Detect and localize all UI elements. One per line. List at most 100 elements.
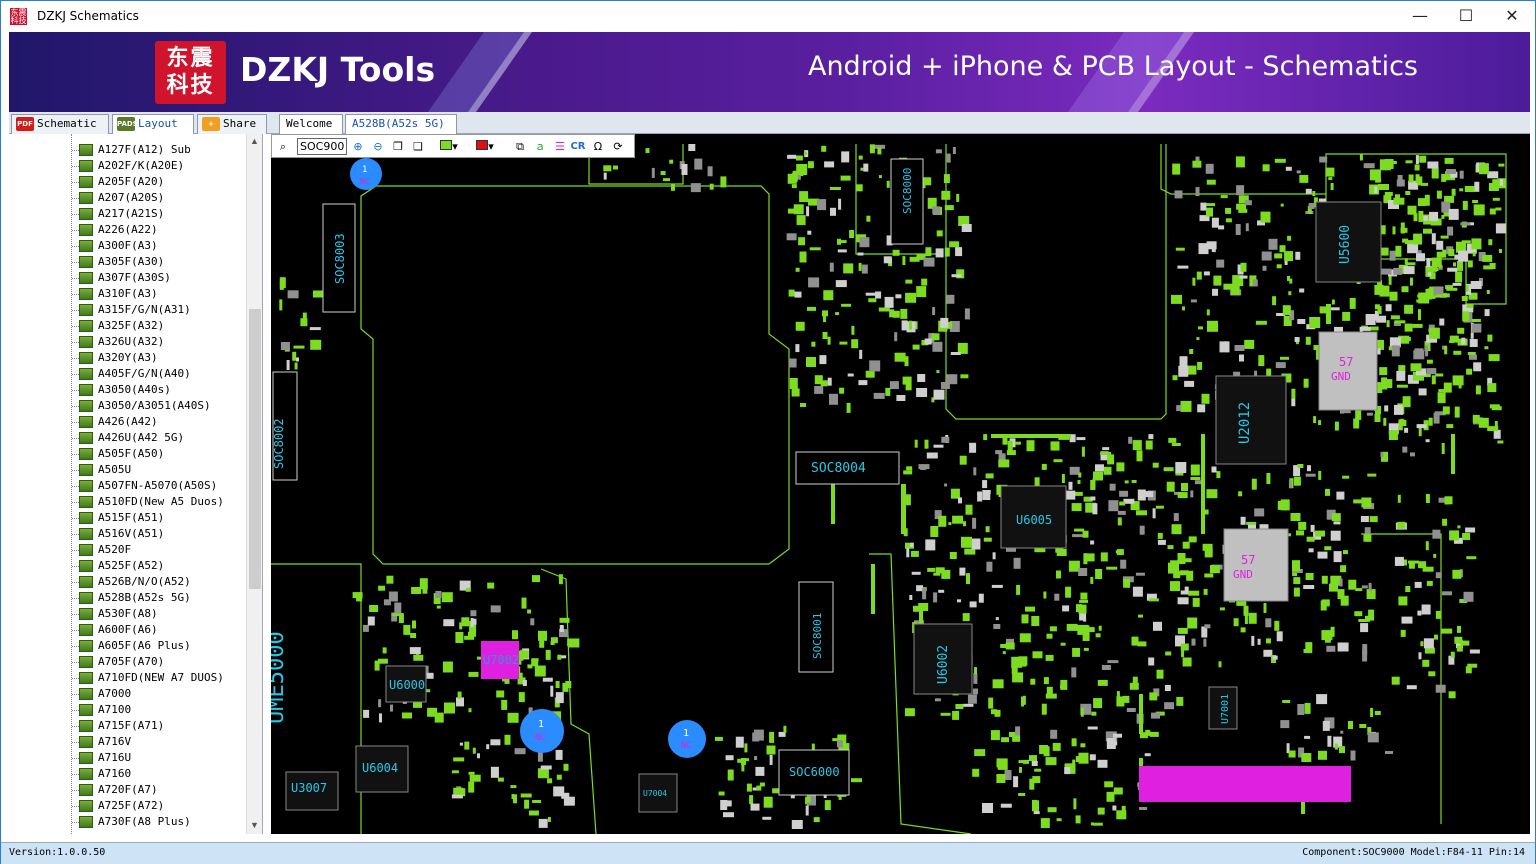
tab-schematic[interactable]: PDF Schematic bbox=[11, 114, 109, 134]
doc-tab-welcome[interactable]: Welcome bbox=[279, 114, 343, 134]
tree-item[interactable]: A600F(A6) bbox=[9, 622, 249, 638]
tree-item[interactable]: A528B(A52s 5G) bbox=[9, 590, 249, 606]
pcb-pad bbox=[1417, 610, 1422, 616]
tree-item[interactable]: A7100 bbox=[9, 702, 249, 718]
pcb-pad bbox=[1045, 757, 1057, 766]
tree-item[interactable]: A526B/N/O(A52) bbox=[9, 574, 249, 590]
tree-item[interactable]: A307F(A30S) bbox=[9, 270, 249, 286]
tree-item[interactable]: A326U(A32) bbox=[9, 334, 249, 350]
pcb-pad bbox=[1488, 354, 1500, 362]
doc-tab-a528b[interactable]: A528B(A52s 5G)× bbox=[345, 114, 457, 148]
tree-item[interactable]: A530F(A8) bbox=[9, 606, 249, 622]
tree-item[interactable]: A320Y(A3) bbox=[9, 350, 249, 366]
pmic-top-gnd: GND bbox=[1331, 370, 1351, 383]
pcb-pad bbox=[1363, 533, 1372, 542]
pcb-pad bbox=[993, 624, 1001, 629]
tree-item[interactable]: A515F(A51) bbox=[9, 510, 249, 526]
tab-share[interactable]: + Share bbox=[197, 114, 267, 134]
pcb-pad bbox=[1120, 559, 1127, 569]
minimize-button[interactable]: — bbox=[1397, 1, 1443, 31]
tree-item[interactable]: A716U bbox=[9, 750, 249, 766]
ohm-icon[interactable]: Ω bbox=[590, 138, 606, 155]
pcb-pad bbox=[1113, 733, 1122, 738]
tree-item[interactable]: A725F(A72) bbox=[9, 798, 249, 814]
cr-icon[interactable]: CR bbox=[570, 138, 586, 155]
pcb-layout-canvas[interactable]: SOC8003 SOC8002 SOC8004 SOC8000 SOC8001 … bbox=[271, 134, 1530, 834]
tree-item[interactable]: A207(A20S) bbox=[9, 190, 249, 206]
scroll-down-icon[interactable]: ▼ bbox=[250, 820, 259, 830]
pcb-pad bbox=[944, 205, 954, 211]
tree-item[interactable]: A217(A21S) bbox=[9, 206, 249, 222]
board-icon bbox=[79, 608, 93, 620]
tree-item[interactable]: A310F(A3) bbox=[9, 286, 249, 302]
pcb-pad bbox=[1013, 557, 1021, 569]
close-window-button[interactable]: ✕ bbox=[1489, 1, 1535, 31]
pcb-pad bbox=[1089, 754, 1096, 761]
refresh-icon[interactable]: ⟳ bbox=[610, 138, 626, 155]
tree-item[interactable]: A505F(A50) bbox=[9, 446, 249, 462]
pcb-pad bbox=[962, 613, 970, 622]
tree-item[interactable]: A525F(A52) bbox=[9, 558, 249, 574]
pcb-pad bbox=[1457, 327, 1465, 334]
pcb-pad bbox=[1064, 767, 1071, 775]
tree-item[interactable]: A3050(A40s) bbox=[9, 382, 249, 398]
tree-item[interactable]: A426(A42) bbox=[9, 414, 249, 430]
tree-item[interactable]: A720F(A7) bbox=[9, 782, 249, 798]
tree-item[interactable]: A315F/G/N(A31) bbox=[9, 302, 249, 318]
board-icon bbox=[79, 800, 93, 812]
component-search-input[interactable] bbox=[297, 138, 347, 155]
tree-item[interactable]: A205F(A20) bbox=[9, 174, 249, 190]
tree-item[interactable]: A705F(A70) bbox=[9, 654, 249, 670]
maximize-button[interactable]: ☐ bbox=[1443, 1, 1489, 31]
scrollbar-thumb[interactable] bbox=[249, 309, 261, 589]
tree-item[interactable]: A426U(A42 5G) bbox=[9, 430, 249, 446]
scroll-up-icon[interactable]: ▲ bbox=[250, 136, 259, 146]
pcb-pad bbox=[1317, 551, 1328, 559]
tree-item[interactable]: A202F/K(A20E) bbox=[9, 158, 249, 174]
pcb-board[interactable]: SOC8003 SOC8002 SOC8004 SOC8000 SOC8001 … bbox=[271, 134, 1530, 834]
tree-scrollbar[interactable]: ▲ ▼ bbox=[246, 134, 262, 834]
tree-item[interactable]: A7000 bbox=[9, 686, 249, 702]
tree-item[interactable]: A226(A22) bbox=[9, 222, 249, 238]
tree-item[interactable]: A516V(A51) bbox=[9, 526, 249, 542]
list-icon[interactable]: ☰ bbox=[552, 138, 568, 155]
search-icon[interactable]: ⌕ bbox=[275, 138, 291, 155]
tree-item[interactable]: A510FD(New A5 Duos) bbox=[9, 494, 249, 510]
tree-item[interactable]: A405F/G/N(A40) bbox=[9, 366, 249, 382]
pcb-pad bbox=[791, 820, 803, 829]
tree-item[interactable]: A715F(A71) bbox=[9, 718, 249, 734]
copy-icon[interactable]: ❐ bbox=[390, 138, 406, 155]
tree-item[interactable]: A127F(A12) Sub bbox=[9, 142, 249, 158]
tree-item[interactable]: A730F(A8 Plus) bbox=[9, 814, 249, 830]
pcb-pad bbox=[988, 697, 994, 709]
pcb-pad bbox=[510, 785, 517, 789]
tree-item[interactable]: A325F(A32) bbox=[9, 318, 249, 334]
tree-item[interactable]: A520F bbox=[9, 542, 249, 558]
text-icon[interactable]: ａ bbox=[532, 138, 548, 155]
tree-item[interactable]: A3050/A3051(A40S) bbox=[9, 398, 249, 414]
tab-layout[interactable]: PADSLayout bbox=[112, 114, 194, 134]
tree-item[interactable]: A305F(A30) bbox=[9, 254, 249, 270]
tree-item[interactable]: A507FN-A5070(A50S) bbox=[9, 478, 249, 494]
tree-item[interactable]: A716V bbox=[9, 734, 249, 750]
tree-item[interactable]: A710FD(NEW A7 DUOS) bbox=[9, 670, 249, 686]
banner-tagline: Android + iPhone & PCB Layout - Schemati… bbox=[807, 51, 1418, 82]
pcb-pad bbox=[894, 332, 898, 342]
tree-item-label: A320Y(A3) bbox=[98, 351, 158, 364]
board-icon bbox=[79, 576, 93, 588]
tree-item[interactable]: A7160 bbox=[9, 766, 249, 782]
pcb-pad bbox=[982, 490, 991, 500]
pcb-pad bbox=[1287, 276, 1290, 281]
layers-icon[interactable]: ⧉ bbox=[512, 138, 528, 155]
tree-item[interactable]: A605F(A6 Plus) bbox=[9, 638, 249, 654]
zoom-in-icon[interactable]: ⊕ bbox=[350, 138, 366, 155]
zoom-out-icon[interactable]: ⊖ bbox=[370, 138, 386, 155]
pcb-pad bbox=[807, 230, 812, 235]
tree-item[interactable]: A300F(A3) bbox=[9, 238, 249, 254]
highlight-color-select[interactable]: ▾ bbox=[470, 138, 500, 155]
pcb-pad bbox=[413, 701, 422, 708]
paste-icon[interactable]: ❏ bbox=[410, 138, 426, 155]
pcb-pad bbox=[906, 466, 913, 471]
tree-item[interactable]: A505U bbox=[9, 462, 249, 478]
layer-color-select[interactable]: ▾ bbox=[434, 138, 464, 155]
